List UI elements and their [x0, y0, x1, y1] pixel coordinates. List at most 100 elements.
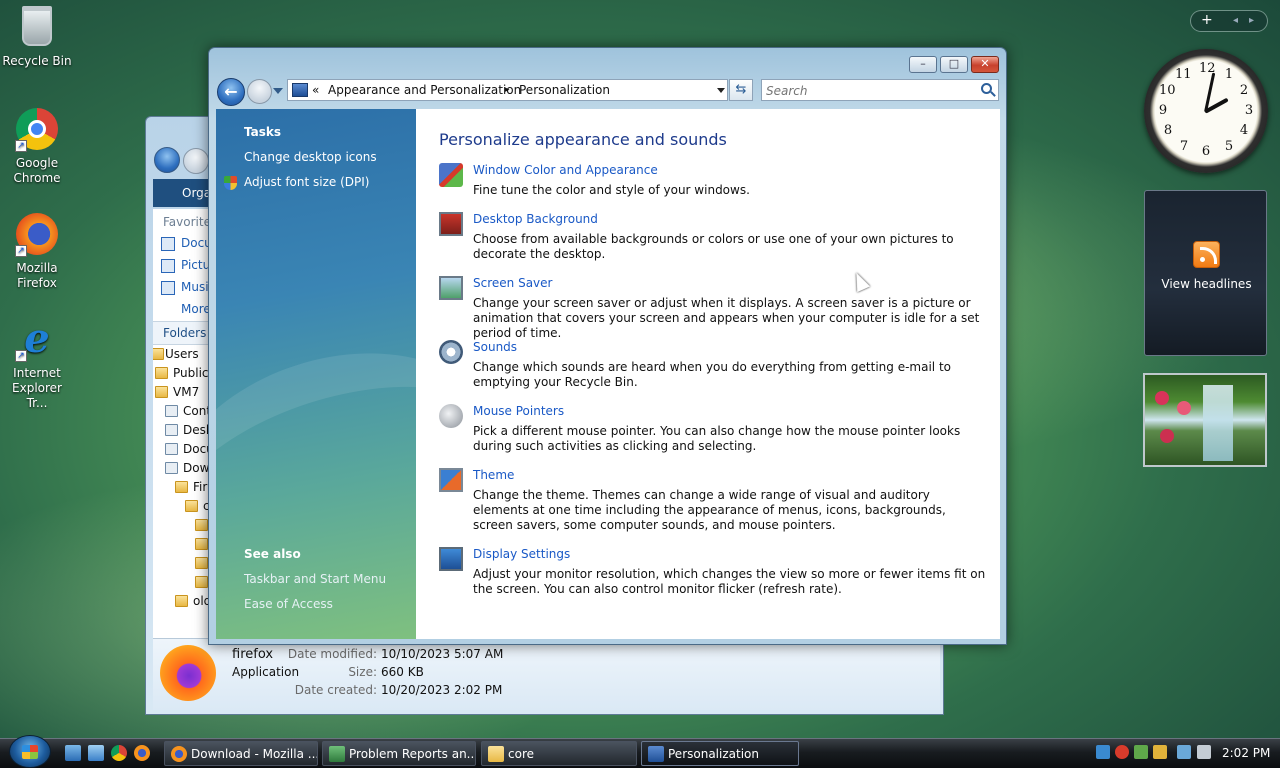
clock-number: 3: [1244, 103, 1254, 118]
tree-item-core[interactable]: c: [153, 497, 213, 516]
desktop-icon-google-chrome[interactable]: ↗ Google Chrome: [0, 108, 74, 186]
breadcrumb-appearance-and-personalization[interactable]: Appearance and Personalization: [328, 83, 521, 97]
update-tray-icon[interactable]: [1134, 745, 1148, 759]
next-page-icon[interactable]: ▸: [1249, 15, 1254, 26]
desktop-background-link[interactable]: Desktop Background: [473, 212, 598, 226]
screen-saver-icon[interactable]: [439, 276, 463, 300]
address-overflow[interactable]: «: [312, 83, 319, 97]
start-button[interactable]: [9, 735, 51, 768]
favorite-music[interactable]: Musi: [153, 277, 213, 299]
address-dropdown-icon[interactable]: [717, 88, 725, 93]
recent-pages-dropdown-icon[interactable]: [273, 88, 283, 94]
security-alert-tray-icon[interactable]: [1115, 745, 1129, 759]
tree-item[interactable]: [153, 573, 213, 592]
clock-gadget[interactable]: 12 1 2 3 4 5 6 7 8 9 10 11: [1144, 49, 1268, 173]
tree-item-documents[interactable]: Docu: [153, 440, 213, 459]
network-tray-icon[interactable]: [1096, 745, 1110, 759]
search-icon[interactable]: [981, 83, 992, 94]
folder-icon: [195, 557, 208, 569]
taskbar-button-personalization[interactable]: Personalization: [641, 741, 799, 766]
tree-item-users[interactable]: Users: [153, 345, 213, 364]
change-desktop-icons-link[interactable]: Change desktop icons: [244, 150, 377, 164]
sounds-link[interactable]: Sounds: [473, 340, 517, 354]
sounds-icon[interactable]: [439, 340, 463, 364]
theme-icon[interactable]: [439, 468, 463, 492]
tree-item-public[interactable]: Public: [153, 364, 213, 383]
switch-windows-icon[interactable]: [88, 745, 104, 761]
desktop-icon-label: Google Chrome: [13, 156, 61, 185]
forward-arrow-icon[interactable]: [183, 148, 209, 174]
previous-page-icon[interactable]: ◂: [1233, 15, 1238, 26]
chrome-quicklaunch-icon[interactable]: [111, 745, 127, 761]
folders-header[interactable]: Folders: [153, 321, 213, 345]
taskbar-button-firefox-download[interactable]: Download - Mozilla ...: [164, 741, 318, 766]
problem-reports-icon: [329, 746, 345, 762]
taskbar-button-problem-reports[interactable]: Problem Reports an...: [322, 741, 476, 766]
view-headlines-label[interactable]: View headlines: [1145, 277, 1268, 291]
tree-item-firefox[interactable]: Fir: [153, 478, 213, 497]
navigation-pane: Favorite Docu Pictu Musi More Folders Us…: [153, 209, 213, 639]
mouse-pointers-link[interactable]: Mouse Pointers: [473, 404, 564, 418]
display-settings-link[interactable]: Display Settings: [473, 547, 570, 561]
folder-icon: [165, 462, 178, 474]
tree-item-desktop[interactable]: Desk: [153, 421, 213, 440]
breadcrumb-personalization[interactable]: Personalization: [519, 83, 610, 97]
theme-link[interactable]: Theme: [473, 468, 514, 482]
folder-icon: [165, 405, 178, 417]
desktop-background-icon[interactable]: [439, 212, 463, 236]
taskbar-button-core[interactable]: core: [481, 741, 637, 766]
mouse-pointers-description: Pick a different mouse pointer. You can …: [473, 424, 961, 453]
tree-item-old[interactable]: old: [153, 592, 213, 611]
back-button[interactable]: ←: [217, 78, 245, 106]
page-title: Personalize appearance and sounds: [439, 130, 727, 149]
details-size-label: Size:: [348, 665, 377, 679]
ease-of-access-link[interactable]: Ease of Access: [244, 597, 333, 611]
tree-item[interactable]: [153, 516, 213, 535]
organize-button[interactable]: Orga: [153, 179, 213, 207]
folder-icon: [175, 481, 188, 493]
feed-headlines-gadget[interactable]: View headlines: [1144, 190, 1267, 356]
refresh-button[interactable]: ⇆: [729, 79, 753, 101]
desktop-icon-recycle-bin[interactable]: Recycle Bin: [0, 4, 74, 69]
tree-item-contacts[interactable]: Cont: [153, 402, 213, 421]
volume-muted-icon[interactable]: [1197, 745, 1211, 759]
taskbar-clock[interactable]: 2:02 PM: [1222, 746, 1270, 760]
search-input[interactable]: [766, 82, 966, 100]
connection-tray-icon[interactable]: [1177, 745, 1191, 759]
add-gadget-icon[interactable]: +: [1201, 12, 1213, 28]
favorite-documents[interactable]: Docu: [153, 233, 213, 255]
desktop-icon-mozilla-firefox[interactable]: ↗ Mozilla Firefox: [0, 213, 74, 291]
adjust-font-size-link[interactable]: Adjust font size (DPI): [244, 175, 369, 189]
desktop-icon-internet-explorer[interactable]: e ↗ Internet Explorer Tr...: [0, 318, 74, 411]
forward-button[interactable]: [247, 79, 272, 104]
display-settings-icon[interactable]: [439, 547, 463, 571]
tree-item-vm7[interactable]: VM7: [153, 383, 213, 402]
clock-number: 7: [1179, 139, 1189, 154]
taskbar-start-menu-link[interactable]: Taskbar and Start Menu: [244, 572, 386, 586]
slideshow-gadget[interactable]: [1143, 373, 1267, 467]
mouse-pointer-icon[interactable]: [439, 404, 463, 428]
screen-saver-link[interactable]: Screen Saver: [473, 276, 552, 290]
tree-item-downloads[interactable]: Dow: [153, 459, 213, 478]
firefox-quicklaunch-icon[interactable]: [134, 745, 150, 761]
search-box[interactable]: [761, 79, 999, 101]
close-button[interactable]: ✕: [971, 56, 999, 73]
back-arrow-icon[interactable]: [154, 147, 180, 173]
task-pane: Tasks Change desktop icons Adjust font s…: [216, 109, 416, 639]
window-color-icon[interactable]: [439, 163, 463, 187]
address-bar[interactable]: « Appearance and Personalization ▸ Perso…: [287, 79, 728, 101]
details-size-value: 660 KB: [381, 665, 424, 679]
folder-icon: [155, 386, 168, 398]
favorite-more[interactable]: More: [153, 299, 213, 321]
show-desktop-icon[interactable]: [65, 745, 81, 761]
minimize-button[interactable]: –: [909, 56, 937, 73]
app-tray-icon[interactable]: [1153, 745, 1167, 759]
maximize-button[interactable]: □: [940, 56, 968, 73]
tree-item[interactable]: [153, 535, 213, 554]
personalization-window[interactable]: – □ ✕ ← « Appearance and Personalization…: [208, 47, 1007, 645]
tree-item[interactable]: [153, 554, 213, 573]
folder-icon: [488, 746, 504, 762]
window-color-link[interactable]: Window Color and Appearance: [473, 163, 658, 177]
favorite-pictures[interactable]: Pictu: [153, 255, 213, 277]
breadcrumb-separator[interactable]: ▸: [505, 85, 510, 95]
